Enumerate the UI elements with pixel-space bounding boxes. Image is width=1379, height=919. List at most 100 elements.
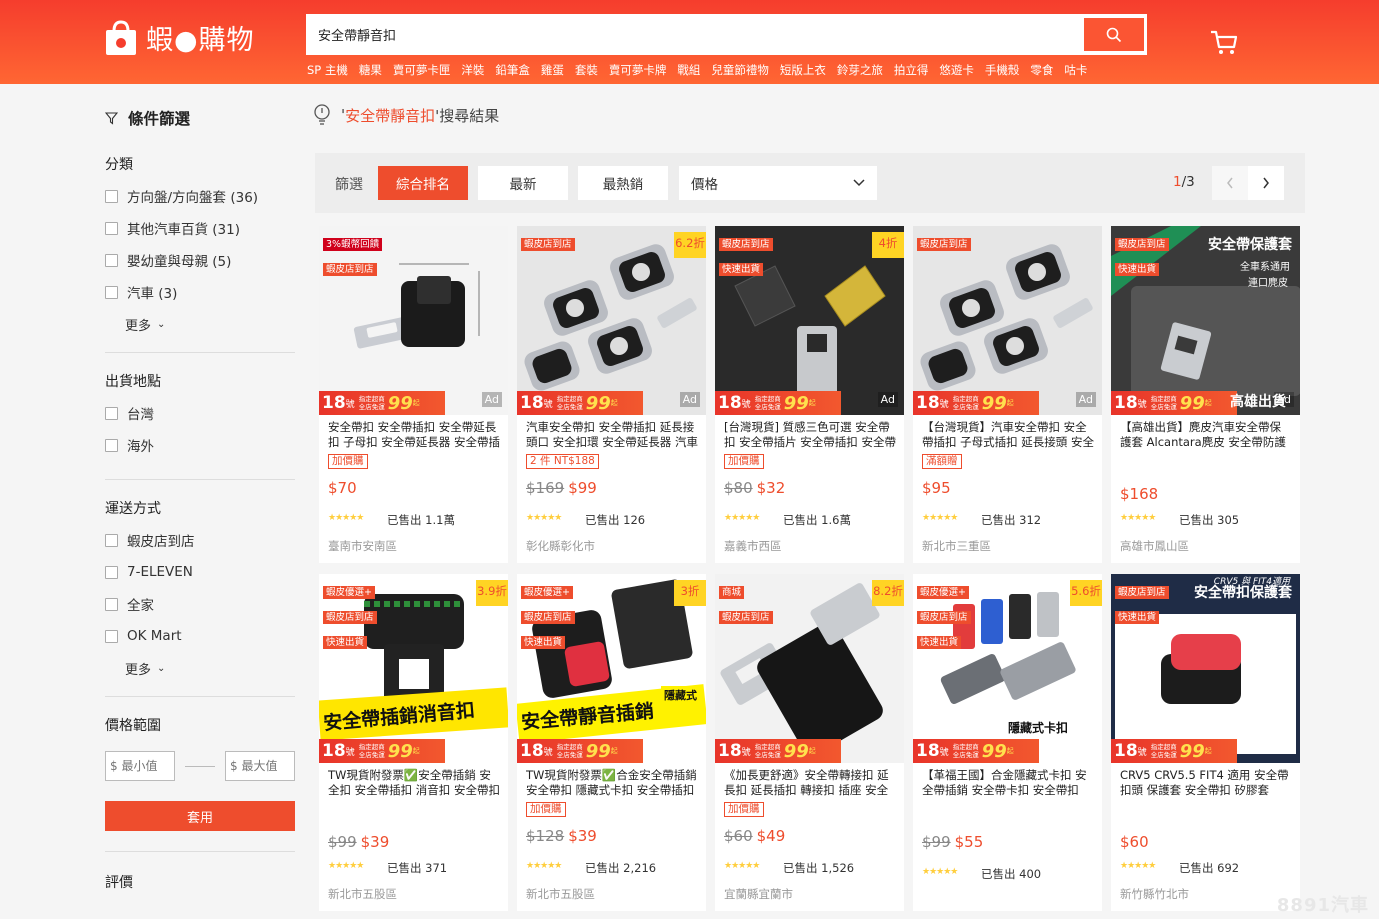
product-image[interactable]: 安全帶插銷消音扣 蝦皮優選+ 蝦皮店到店 快速出貨 3.9折 18 號指定超商 全店免運 99 起 [319, 574, 508, 763]
shopee-logo[interactable]: 蝦●購物 [104, 18, 255, 57]
product-card[interactable]: 蝦皮店到店 Ad 18 號指定超商 全店免運 99 起【台灣現貨】汽車安全帶扣 安全帶插扣 … [913, 226, 1102, 563]
product-card[interactable]: 安全帶插銷消音扣 蝦皮優選+ 蝦皮店到店 快速出貨 3.9折 18 號指定超商 全店免運 99 起… [319, 574, 508, 911]
product-title[interactable]: CRV5 CRV5.5 FIT4 適用 安全帶 扣頭 保護套 安全帶扣 矽膠套 [1120, 768, 1292, 797]
hotword-link[interactable]: 零食 [1030, 62, 1053, 78]
hotword-link[interactable]: 鉛筆盒 [495, 62, 530, 78]
min-price-input[interactable] [105, 751, 175, 781]
checkbox[interactable] [105, 565, 118, 579]
sort-price-select[interactable]: 價格 [679, 166, 877, 200]
checkbox[interactable] [105, 629, 118, 643]
product-image[interactable]: 安全帶保護套 全車系通用 連口麂皮 高雄出貨 蝦皮店到店 快速出貨 Ad 18 號指定超商 全店免… [1111, 226, 1300, 415]
product-card[interactable]: 3%蝦幣回饋 蝦皮店到店 Ad 18 號指定超商 全店免運 99 起安全帶扣 安全帶插扣 安全… [319, 226, 508, 563]
product-image[interactable]: 蝦皮店到店 Ad 18 號指定超商 全店免運 99 起 [913, 226, 1102, 415]
product-card[interactable]: 安全帶靜音插銷 隱藏式 蝦皮優選+ 蝦皮店到店 快速出貨 3折 18 號指定超商 全店免運 99 起… [517, 574, 706, 911]
search-input[interactable] [318, 16, 1078, 53]
price-range-title: 價格範圍 [105, 718, 161, 734]
promo-amount: 99 [1179, 392, 1205, 414]
product-title[interactable]: 安全帶扣 安全帶插扣 安全帶延長扣 子母扣 安全帶延長器 安全帶插片 [328, 420, 500, 449]
hotword-link[interactable]: 糖果 [359, 62, 382, 78]
product-image[interactable]: 3%蝦幣回饋 蝦皮店到店 Ad 18 號指定超商 全店免運 99 起 [319, 226, 508, 415]
product-image[interactable]: 隱藏式卡扣 蝦皮優選+ 蝦皮店到店 快速出貨 5.6折 18 號指定超商 全店免運 99 起 [913, 574, 1102, 763]
promo-day: 18 [520, 393, 544, 413]
hotword-link[interactable]: 拍立得 [894, 62, 929, 78]
hotword-link[interactable]: 短版上衣 [780, 62, 826, 78]
product-image[interactable]: 蝦皮店到店 快速出貨 4折 Ad 18 號指定超商 全店免運 99 起 [715, 226, 904, 415]
product-card[interactable]: 蝦皮店到店 快速出貨 4折 Ad 18 號指定超商 全店免運 99 起 [台灣現貨] 質感三色可選… [715, 226, 904, 563]
sort-latest-button[interactable]: 最新 [478, 166, 568, 200]
product-title[interactable]: 汽車安全帶扣 安全帶插扣 延長接頭口 安全扣環 安全帶延長器 汽車用品 [526, 420, 698, 449]
prev-page-button[interactable] [1212, 166, 1248, 200]
product-card[interactable]: 安全帶保護套 全車系通用 連口麂皮 高雄出貨 蝦皮店到店 快速出貨 Ad 18 號指定超商 全店免… [1111, 226, 1300, 563]
product-card[interactable]: 安全帶扣保護套 CRV5 與 FIT4適用 蝦皮店到店 快速出貨 18 號指定超商 全店免運… [1111, 574, 1300, 911]
sort-top-sales-button[interactable]: 最熱銷 [578, 166, 668, 200]
apply-price-button[interactable]: 套用 [105, 801, 295, 831]
location-option[interactable]: 台灣 [105, 397, 295, 429]
checkbox[interactable] [105, 253, 118, 267]
category-more-button[interactable]: 更多 ⌄ [125, 308, 295, 340]
promo-strip-content: 18 號指定超商 全店免運 99 起 [913, 739, 1039, 763]
product-title[interactable]: 【高雄出貨】麂皮汽車安全帶保護套 Alcantara麂皮 安全帶防護套 [1120, 420, 1292, 449]
shipping-option[interactable]: OK Mart [105, 620, 295, 652]
promo-strip: 18 號指定超商 全店免運 99 起 [517, 391, 706, 415]
product-title[interactable]: TW現貨附發票✅合金安全帶插銷 安全帶扣 隱藏式卡扣 安全帶插扣 [526, 768, 698, 797]
hotword-link[interactable]: 賣可夢卡牌 [609, 62, 667, 78]
sort-label: 篩選 [335, 177, 363, 193]
product-image[interactable]: 商城 蝦皮店到店 8.2折 18 號指定超商 全店免運 99 起 [715, 574, 904, 763]
product-title[interactable]: TW現貨附發票✅安全帶插銷 安全扣 安全帶插扣 消音扣 安全帶扣 [328, 768, 500, 797]
hotword-link[interactable]: 賣可夢卡匣 [393, 62, 451, 78]
more-label: 更多 [125, 318, 152, 334]
original-price: $99 [922, 833, 951, 851]
product-image[interactable]: 安全帶靜音插銷 隱藏式 蝦皮優選+ 蝦皮店到店 快速出貨 3折 18 號指定超商 全店免運 99 起 [517, 574, 706, 763]
search-button[interactable] [1084, 18, 1144, 51]
image-corner-text: 隱藏式 [661, 686, 700, 704]
product-badge: 商城 [719, 586, 745, 599]
hotword-link[interactable]: 手機殼 [985, 62, 1020, 78]
checkbox[interactable] [105, 533, 118, 547]
hotword-link[interactable]: 洋裝 [461, 62, 484, 78]
shipping-more-button[interactable]: 更多 ⌄ [125, 652, 295, 684]
checkbox[interactable] [105, 221, 118, 235]
page-total: /3 [1181, 174, 1195, 190]
checkbox[interactable] [105, 285, 118, 299]
product-image[interactable]: 蝦皮店到店 6.2折 Ad 18 號指定超商 全店免運 99 起 [517, 226, 706, 415]
cart-icon[interactable] [1209, 28, 1239, 58]
promo-line2: 全店免運 [754, 403, 781, 411]
checkbox[interactable] [105, 189, 118, 203]
product-card[interactable]: 隱藏式卡扣 蝦皮優選+ 蝦皮店到店 快速出貨 5.6折 18 號指定超商 全店免運 99 起【革福… [913, 574, 1102, 911]
product-title[interactable]: [台灣現貨] 質感三色可選 安全帶扣 安全帶插片 安全帶插扣 安全帶延長 [724, 420, 896, 449]
shipping-option[interactable]: 7-ELEVEN [105, 556, 295, 588]
promo-strip-content: 18 號指定超商 全店免運 99 起 [715, 739, 841, 763]
category-option[interactable]: 嬰幼童與母親 (5) [105, 244, 295, 276]
product-price: $80 $32 [724, 479, 785, 497]
product-card[interactable]: 蝦皮店到店 6.2折 Ad 18 號指定超商 全店免運 99 起汽車安全帶扣 安全帶插扣 延長… [517, 226, 706, 563]
hotword-link[interactable]: 套裝 [575, 62, 598, 78]
product-image[interactable]: 安全帶扣保護套 CRV5 與 FIT4適用 蝦皮店到店 快速出貨 18 號指定超商 全店免運… [1111, 574, 1300, 763]
hotword-link[interactable]: 悠遊卡 [939, 62, 974, 78]
checkbox[interactable] [105, 438, 118, 452]
promo-lines: 指定超商 全店免運 [953, 743, 979, 759]
location-option[interactable]: 海外 [105, 429, 295, 461]
checkbox[interactable] [105, 406, 118, 420]
product-title[interactable]: 《加長更舒適》安全帶轉接扣 延長扣 延長插扣 轉接扣 插座 安全帶 [724, 768, 896, 797]
category-option[interactable]: 方向盤/方向盤套 (36) [105, 180, 295, 212]
hotword-link[interactable]: 兒童節禮物 [711, 62, 769, 78]
checkbox[interactable] [105, 597, 118, 611]
product-card[interactable]: 商城 蝦皮店到店 8.2折 18 號指定超商 全店免運 99 起《加長更舒適》安全帶轉接扣 延… [715, 574, 904, 911]
hotword-link[interactable]: 咕卡 [1064, 62, 1087, 78]
hotword-link[interactable]: SP 主機 [307, 62, 348, 78]
shipping-option[interactable]: 蝦皮店到店 [105, 524, 295, 556]
category-option[interactable]: 汽車 (3) [105, 276, 295, 308]
shipping-option[interactable]: 全家 [105, 588, 295, 620]
category-option[interactable]: 其他汽車百貨 (31) [105, 212, 295, 244]
rating-stars-icon: ★★★★★ [328, 861, 364, 871]
product-title[interactable]: 【台灣現貨】汽車安全帶扣 安全帶插扣 子母式插扣 延長接頭 安全帶 [922, 420, 1094, 449]
hotword-link[interactable]: 鈴芽之旅 [837, 62, 883, 78]
hotword-link[interactable]: 雞蛋 [541, 62, 564, 78]
shop-location: 嘉義市西區 [724, 539, 782, 553]
product-title[interactable]: 【革福王國】合金隱藏式卡扣 安全帶插銷 安全帶卡扣 安全帶扣 [922, 768, 1094, 797]
hotword-link[interactable]: 戰組 [677, 62, 700, 78]
max-price-input[interactable] [225, 751, 295, 781]
chevron-left-icon [1227, 177, 1233, 189]
next-page-button[interactable] [1248, 166, 1284, 200]
sort-relevance-button[interactable]: 綜合排名 [378, 166, 468, 200]
